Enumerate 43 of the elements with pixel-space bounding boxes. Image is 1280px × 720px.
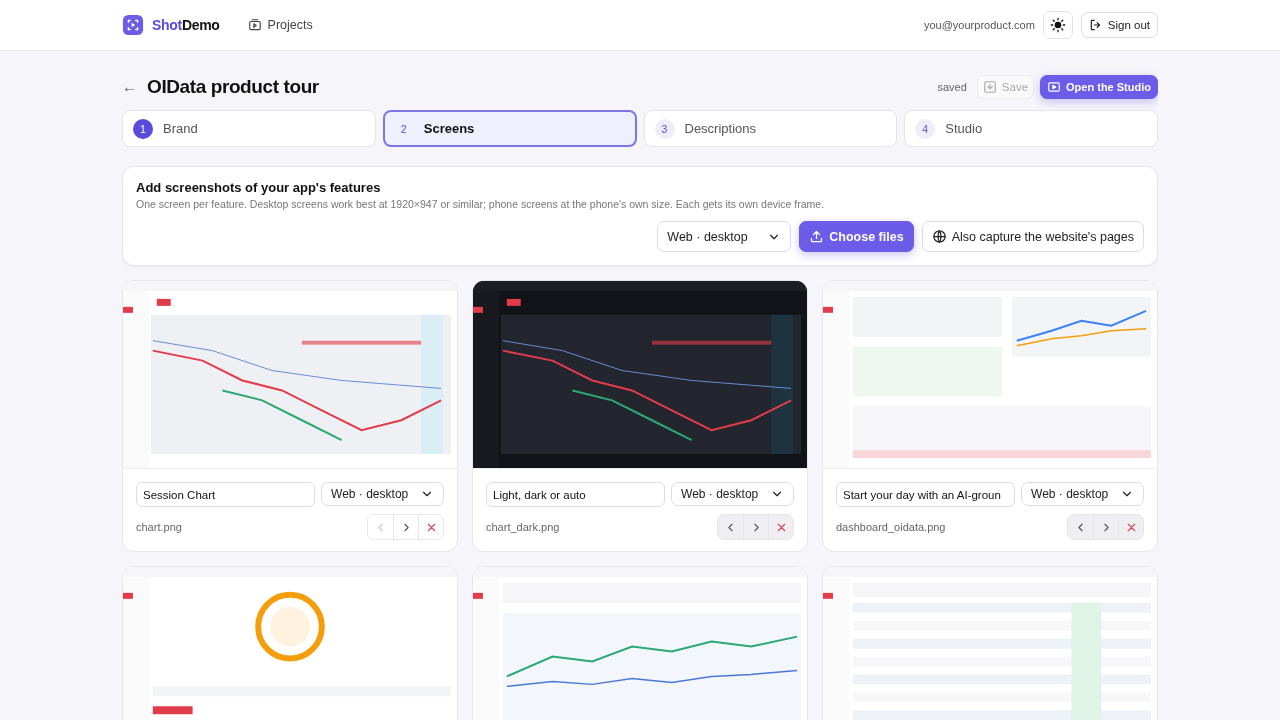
sun-icon [1049, 17, 1066, 33]
file-name: chart.png [136, 521, 182, 533]
back-button[interactable]: ← [122, 78, 141, 95]
device-select[interactable]: Web · desktop [321, 482, 444, 506]
folder-icon [247, 18, 262, 32]
caption-field[interactable]: Start your day with an AI-groun [836, 482, 1016, 507]
file-name: chart_dark.png [486, 521, 560, 533]
step-label: Descriptions [684, 121, 757, 136]
step-label: Screens [423, 121, 475, 136]
project-title: OIData product tour [147, 75, 319, 98]
open-studio-button[interactable]: Open the Studio [1040, 74, 1158, 99]
sign-out-icon [1088, 18, 1103, 32]
logo-icon [122, 14, 144, 36]
save-status: saved [937, 80, 967, 93]
device-select[interactable]: Web · desktop [671, 482, 794, 506]
capture-pages-button[interactable]: Also capture the website's pages [921, 221, 1144, 252]
play-icon [1047, 79, 1062, 94]
user-email: you@yourproduct.com [923, 19, 1035, 31]
choose-files-button[interactable]: Choose files [799, 221, 914, 252]
caption-field[interactable]: Light, dark or auto [486, 482, 666, 507]
download-icon [982, 79, 997, 94]
projects-link[interactable]: Projects [247, 18, 313, 32]
logo-text: ShotDemo [152, 17, 220, 33]
upload-icon [809, 229, 825, 244]
step-number: 1 [133, 118, 153, 139]
step-tab[interactable]: 4 Studio [904, 110, 1158, 147]
file-name: dashboard_oidata.png [836, 521, 946, 533]
device-select[interactable]: Web · desktop [657, 221, 792, 252]
step-tab[interactable]: 1 Brand [122, 110, 376, 147]
step-number: 3 [654, 118, 675, 139]
theme-toggle-button[interactable] [1042, 11, 1073, 39]
panel-title: Add screenshots of your app's features [136, 180, 382, 195]
panel-hint: One screen per feature. Desktop screens work best at 1920×947 or similar; phone screens at the phone's own size. Each gets its own device frame. [136, 198, 826, 210]
globe-icon [931, 229, 947, 244]
caption-field[interactable]: Session Chart [136, 482, 316, 507]
step-label: Studio [945, 121, 983, 136]
step-number: 4 [915, 118, 936, 139]
step-tab[interactable]: 3 Descriptions [643, 110, 898, 147]
step-tab[interactable]: 2 Screens [382, 110, 637, 147]
sign-out-button[interactable]: Sign out [1080, 12, 1158, 38]
step-label: Brand [163, 121, 198, 136]
device-select[interactable]: Web · desktop [1021, 482, 1144, 506]
step-number: 2 [399, 121, 408, 137]
